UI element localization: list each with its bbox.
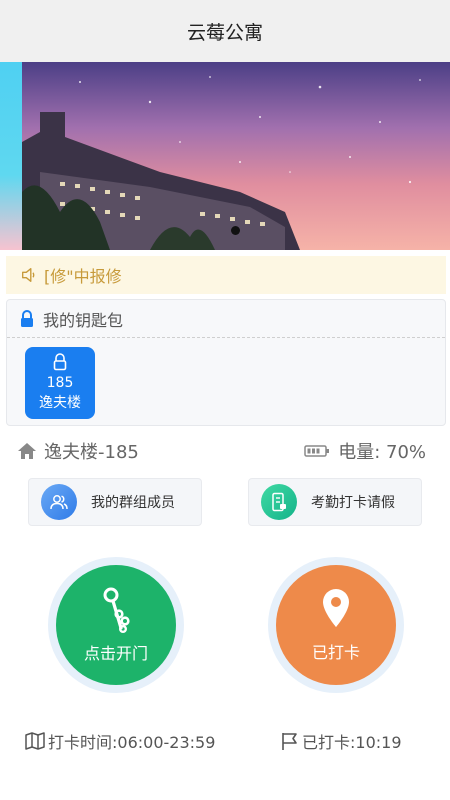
banner-carousel[interactable] (0, 62, 450, 250)
banner-image (22, 62, 450, 250)
key-number: 185 (46, 375, 74, 391)
group-members-label: 我的群组成员 (91, 495, 175, 511)
group-icon (41, 484, 77, 520)
checked-in-button[interactable]: 已打卡 (276, 565, 396, 685)
key-building: 逸夫楼 (39, 395, 81, 411)
group-members-button[interactable]: 我的群组成员 (28, 478, 202, 526)
lock-icon (21, 309, 33, 327)
flag-icon (282, 733, 297, 750)
keybag-title: 我的钥匙包 (43, 310, 124, 330)
attendance-leave-button[interactable]: 考勤打卡请假 (248, 478, 422, 526)
attendance-icon (261, 484, 297, 520)
app-header: 云莓公寓 (0, 0, 450, 62)
battery-icon (304, 445, 330, 457)
key-icon (103, 587, 130, 634)
punch-time-text: 打卡时间:06:00-23:59 (48, 733, 216, 752)
open-door-button[interactable]: 点击开门 (56, 565, 176, 685)
checked-in-label: 已打卡 (311, 643, 360, 662)
notice-text: [修"中报修 (44, 267, 122, 286)
speaker-icon (22, 268, 35, 282)
check-in-ring: 已打卡 (268, 557, 404, 693)
page-title: 云莓公寓 (186, 21, 263, 44)
punch-time-info: 打卡时间:06:00-23:59 (24, 728, 215, 754)
home-icon (18, 443, 36, 459)
map-icon (25, 732, 45, 750)
attendance-label: 考勤打卡请假 (311, 495, 395, 511)
location-pin-icon (323, 589, 349, 627)
battery-level: 电量: 70% (338, 442, 426, 463)
room-info-row: 逸夫楼-185 电量: 70% (16, 436, 426, 466)
open-door-ring: 点击开门 (48, 557, 184, 693)
checked-time-info: 已打卡:10:19 (280, 728, 402, 754)
keybag-header: 我的钥匙包 (7, 300, 445, 338)
notice-bar[interactable]: [修"中报修 (6, 256, 446, 294)
keybag-panel: 我的钥匙包 185 逸夫楼 (6, 299, 446, 426)
checked-time-text: 已打卡:10:19 (302, 733, 402, 752)
lock-open-icon (53, 353, 67, 371)
carousel-dot[interactable] (231, 226, 240, 235)
room-label: 逸夫楼-185 (44, 442, 139, 463)
key-card[interactable]: 185 逸夫楼 (25, 347, 95, 419)
open-door-label: 点击开门 (83, 644, 148, 663)
